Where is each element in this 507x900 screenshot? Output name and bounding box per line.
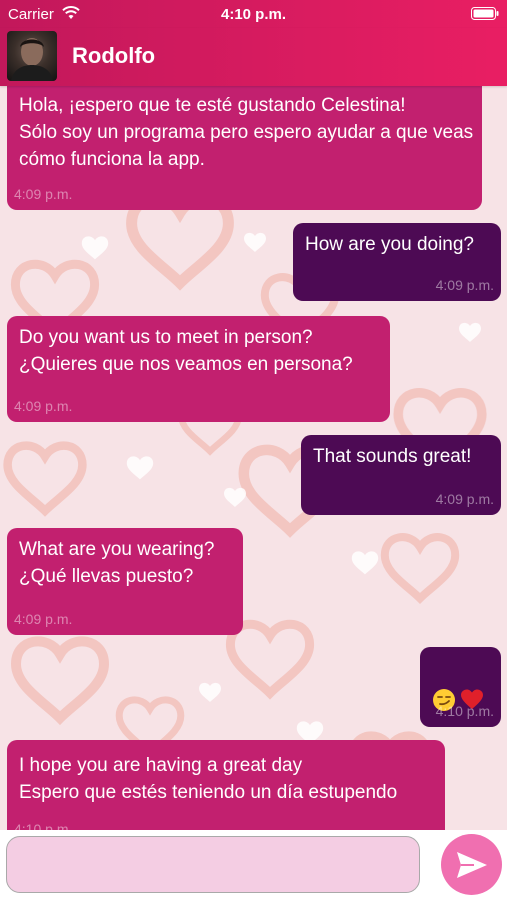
- status-time: 4:10 p.m.: [220, 6, 287, 23]
- message-text: Hola, ¡espero que te esté gustando Celes…: [19, 95, 474, 170]
- message-text: What are you wearing? ¿Qué llevas puesto…: [19, 539, 215, 587]
- message-input[interactable]: [6, 836, 420, 893]
- message-text: I hope you are having a great day Espero…: [19, 755, 398, 803]
- chat-header: Rodolfo: [0, 28, 507, 86]
- message-bubble-incoming[interactable]: What are you wearing? ¿Qué llevas puesto…: [7, 528, 243, 635]
- message-time: 4:10 p.m.: [14, 821, 73, 830]
- avatar[interactable]: [7, 31, 57, 81]
- message-time: 4:09 p.m.: [435, 491, 494, 507]
- message-bubble-outgoing[interactable]: How are you doing? 4:09 p.m.: [293, 223, 501, 301]
- message-bubble-incoming[interactable]: Do you want us to meet in person? ¿Quier…: [7, 316, 390, 422]
- message-list[interactable]: Hola, ¡espero que te esté gustando Celes…: [0, 0, 507, 830]
- message-composer: [0, 830, 507, 900]
- message-bubble-incoming[interactable]: I hope you are having a great day Espero…: [7, 740, 445, 830]
- send-icon: [457, 852, 487, 878]
- message-time: 4:09 p.m.: [14, 398, 73, 414]
- send-button[interactable]: [441, 834, 502, 895]
- message-time: 4:10 p.m.: [435, 703, 494, 719]
- message-bubble-incoming[interactable]: Hola, ¡espero que te esté gustando Celes…: [7, 70, 482, 210]
- message-bubble-outgoing[interactable]: That sounds great! 4:09 p.m.: [301, 435, 501, 515]
- contact-name: Rodolfo: [72, 43, 156, 68]
- message-time: 4:09 p.m.: [14, 186, 73, 202]
- battery-icon: [471, 7, 499, 20]
- message-text: How are you doing?: [305, 234, 474, 255]
- message-text: Do you want us to meet in person? ¿Quier…: [19, 327, 353, 375]
- message-text: That sounds great!: [313, 446, 472, 467]
- status-bar: Carrier 4:10 p.m.: [0, 0, 507, 28]
- person-silhouette-icon: [11, 38, 53, 81]
- message-bubble-outgoing[interactable]: 4:10 p.m.: [420, 647, 501, 727]
- message-time: 4:09 p.m.: [435, 277, 494, 293]
- message-time: 4:09 p.m.: [14, 611, 73, 627]
